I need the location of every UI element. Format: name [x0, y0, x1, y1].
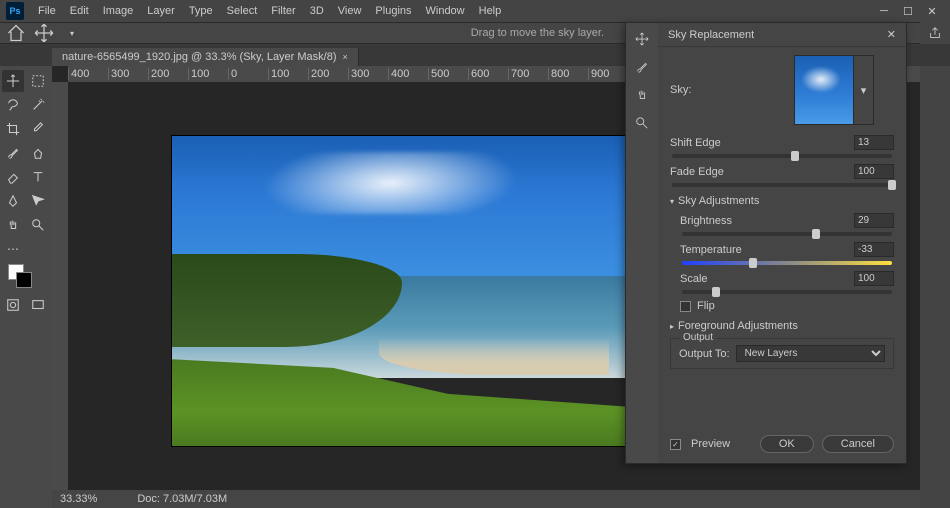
eraser-tool[interactable]	[2, 166, 24, 188]
tab-close-icon[interactable]: ×	[343, 52, 348, 62]
sky-label: Sky:	[670, 84, 691, 96]
menu-view[interactable]: View	[332, 3, 368, 19]
ruler-vertical	[52, 82, 68, 508]
status-bar: 33.33% Doc: 7.03M/7.03M	[52, 490, 920, 508]
dlg-hand-icon[interactable]	[632, 85, 652, 105]
tab-label: nature-6565499_1920.jpg @ 33.3% (Sky, La…	[62, 51, 337, 63]
preview-label: Preview	[691, 438, 730, 450]
scale-value[interactable]	[854, 271, 894, 286]
share-icon[interactable]	[920, 22, 950, 44]
crop-tool[interactable]	[2, 118, 24, 140]
fade-edge-slider[interactable]	[672, 183, 892, 187]
flip-label: Flip	[697, 300, 715, 312]
menu-type[interactable]: Type	[183, 3, 219, 19]
menu-select[interactable]: Select	[221, 3, 264, 19]
menu-edit[interactable]: Edit	[64, 3, 95, 19]
brightness-value[interactable]	[854, 213, 894, 228]
clone-tool[interactable]	[27, 142, 49, 164]
flip-checkbox[interactable]	[680, 301, 691, 312]
shift-edge-slider[interactable]	[672, 154, 892, 158]
brightness-slider[interactable]	[682, 232, 892, 236]
eyedropper-tool[interactable]	[27, 118, 49, 140]
zoom-level[interactable]: 33.33%	[60, 493, 97, 505]
minimize-icon[interactable]: ─	[876, 4, 892, 18]
menu-plugins[interactable]: Plugins	[369, 3, 417, 19]
scale-label: Scale	[680, 273, 708, 285]
dlg-move-icon[interactable]	[632, 29, 652, 49]
menu-filter[interactable]: Filter	[265, 3, 301, 19]
menubar: Ps File Edit Image Layer Type Select Fil…	[0, 0, 950, 22]
document-tab[interactable]: nature-6565499_1920.jpg @ 33.3% (Sky, La…	[52, 48, 359, 66]
menu-help[interactable]: Help	[473, 3, 508, 19]
options-hint: Drag to move the sky layer.	[471, 27, 604, 39]
dlg-zoom-icon[interactable]	[632, 113, 652, 133]
pen-tool[interactable]	[2, 190, 24, 212]
move-tool[interactable]	[2, 70, 24, 92]
menu-layer[interactable]: Layer	[141, 3, 181, 19]
fade-edge-label: Fade Edge	[670, 166, 724, 178]
maximize-icon[interactable]: ☐	[900, 4, 916, 18]
menu-file[interactable]: File	[32, 3, 62, 19]
sky-adjustments-header[interactable]: ▾Sky Adjustments	[670, 195, 894, 207]
menu-image[interactable]: Image	[97, 3, 140, 19]
brightness-label: Brightness	[680, 215, 732, 227]
dialog-title: Sky Replacement	[668, 29, 754, 41]
quickmask-icon[interactable]	[2, 294, 24, 316]
scale-slider[interactable]	[682, 290, 892, 294]
document-image[interactable]	[172, 136, 632, 446]
dlg-brush-icon[interactable]	[632, 57, 652, 77]
background-swatch[interactable]	[16, 272, 32, 288]
home-icon[interactable]	[6, 24, 26, 42]
marquee-tool[interactable]	[27, 70, 49, 92]
more-tools[interactable]: ⋯	[2, 238, 24, 260]
type-tool[interactable]	[27, 166, 49, 188]
ok-button[interactable]: OK	[760, 435, 814, 453]
sky-replacement-dialog: Sky Replacement ✕ Sky: ▾ Shift Edge Fade…	[625, 22, 907, 464]
path-tool[interactable]	[27, 190, 49, 212]
temperature-label: Temperature	[680, 244, 742, 256]
sky-thumbnail[interactable]	[794, 55, 854, 125]
screenmode-icon[interactable]	[27, 294, 49, 316]
right-panels	[920, 66, 950, 508]
cancel-button[interactable]: Cancel	[822, 435, 894, 453]
shift-edge-label: Shift Edge	[670, 137, 721, 149]
brush-tool[interactable]	[2, 142, 24, 164]
app-logo: Ps	[6, 2, 24, 20]
tools-panel: ⋯	[0, 66, 52, 508]
temperature-value[interactable]	[854, 242, 894, 257]
output-to-select[interactable]: New Layers	[736, 345, 885, 362]
fade-edge-value[interactable]	[854, 164, 894, 179]
lasso-tool[interactable]	[2, 94, 24, 116]
chevron-down-icon[interactable]: ▾	[62, 24, 82, 42]
close-icon[interactable]: ✕	[924, 4, 940, 18]
foreground-adjustments-header[interactable]: ▸Foreground Adjustments	[670, 320, 894, 332]
wand-tool[interactable]	[27, 94, 49, 116]
preview-checkbox[interactable]	[670, 439, 681, 450]
hand-tool[interactable]	[2, 214, 24, 236]
shift-edge-value[interactable]	[854, 135, 894, 150]
temperature-slider[interactable]	[682, 261, 892, 265]
color-swatches[interactable]	[2, 262, 50, 292]
menu-window[interactable]: Window	[420, 3, 471, 19]
output-to-label: Output To:	[679, 348, 730, 360]
output-legend: Output	[679, 332, 717, 343]
menu-3d[interactable]: 3D	[304, 3, 330, 19]
doc-size: Doc: 7.03M/7.03M	[137, 493, 227, 505]
sky-dropdown-icon[interactable]: ▾	[854, 55, 874, 125]
zoom-tool[interactable]	[27, 214, 49, 236]
move-tool-icon[interactable]	[34, 24, 54, 42]
dialog-close-icon[interactable]: ✕	[887, 28, 896, 41]
